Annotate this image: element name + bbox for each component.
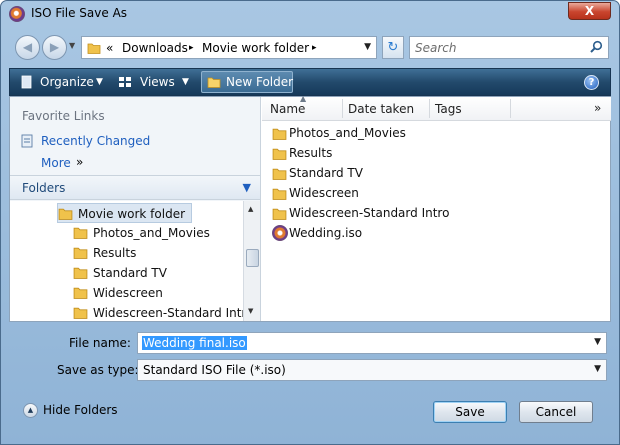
file-item[interactable]: Wedding.iso xyxy=(262,223,611,243)
close-button[interactable]: X xyxy=(568,2,611,20)
tree-item-label: Movie work folder xyxy=(78,207,186,221)
tree-item-label: Photos_and_Movies xyxy=(93,226,210,240)
column-tags[interactable]: Tags xyxy=(435,102,462,116)
scroll-down-icon[interactable]: ▼ xyxy=(248,307,253,315)
file-name: Standard TV xyxy=(289,166,363,180)
chevron-down-icon[interactable]: ▼ xyxy=(243,181,251,194)
folder-icon xyxy=(73,265,88,280)
folder-icon xyxy=(272,206,287,221)
column-date-taken[interactable]: Date taken xyxy=(348,102,414,116)
address-dropdown-icon[interactable]: ▼ xyxy=(364,42,371,52)
more-columns-icon[interactable]: » xyxy=(594,101,601,115)
file-item[interactable]: Widescreen xyxy=(262,183,611,203)
forward-button[interactable]: ▶ xyxy=(42,35,67,60)
folder-icon xyxy=(73,305,88,320)
breadcrumb-movie-work-folder[interactable]: Movie work folder xyxy=(202,41,309,55)
save-as-dialog: ISO File Save As X ◀ ▶ ▼ « Downloads ▸ M… xyxy=(0,0,620,445)
breadcrumb-separator[interactable]: ▸ xyxy=(312,43,317,53)
recently-changed-link[interactable]: Recently Changed xyxy=(41,134,150,148)
folder-icon xyxy=(272,186,287,201)
new-folder-label: New Folder xyxy=(226,75,294,89)
save-as-type-select[interactable]: Standard ISO File (*.iso) ▼ xyxy=(137,359,607,381)
navigation-pane: Favorite Links Recently Changed More » F… xyxy=(10,97,261,321)
title-bar: ISO File Save As X xyxy=(1,1,619,27)
column-separator[interactable] xyxy=(510,99,511,118)
column-name[interactable]: Name xyxy=(270,102,305,116)
tree-item-label: Standard TV xyxy=(93,266,167,280)
breadcrumb-downloads[interactable]: Downloads xyxy=(122,41,188,55)
recent-pages-dropdown-icon[interactable]: ▼ xyxy=(69,41,75,50)
save-as-type-value: Standard ISO File (*.iso) xyxy=(143,363,286,377)
save-as-type-label: Save as type: xyxy=(57,363,139,377)
folder-icon xyxy=(73,225,88,240)
address-bar[interactable]: « Downloads ▸ Movie work folder ▸ ▼ xyxy=(81,36,377,59)
file-name: Results xyxy=(289,146,333,160)
tree-item-movie-work-folder[interactable]: Movie work folder xyxy=(57,203,192,223)
help-icon[interactable]: ? xyxy=(584,75,599,90)
folders-header[interactable]: Folders ▼ xyxy=(10,175,260,200)
cancel-button[interactable]: Cancel xyxy=(519,401,593,423)
tree-item-label: Widescreen-Standard Intro xyxy=(93,306,243,320)
organize-icon xyxy=(20,75,34,92)
file-name: Widescreen xyxy=(289,186,359,200)
chevron-down-icon[interactable]: ▼ xyxy=(182,77,189,87)
recently-changed-icon xyxy=(20,134,34,151)
file-name: Photos_and_Movies xyxy=(289,126,406,140)
breadcrumb-overflow[interactable]: « xyxy=(106,41,113,55)
back-button[interactable]: ◀ xyxy=(15,35,40,60)
file-name: Widescreen-Standard Intro xyxy=(289,206,450,220)
file-item[interactable]: Results xyxy=(262,143,611,163)
chevron-down-icon[interactable]: ▼ xyxy=(594,337,601,347)
more-link[interactable]: More xyxy=(41,156,71,170)
folder-icon xyxy=(272,146,287,161)
file-item[interactable]: Widescreen-Standard Intro xyxy=(262,203,611,223)
file-name-value: Wedding final.iso xyxy=(142,336,247,350)
folder-icon xyxy=(73,245,88,260)
file-name: Wedding.iso xyxy=(289,226,363,240)
search-placeholder: Search xyxy=(415,41,457,55)
window-title: ISO File Save As xyxy=(31,6,128,20)
breadcrumb-separator[interactable]: ▸ xyxy=(189,43,194,53)
folder-icon xyxy=(272,126,287,141)
file-item[interactable]: Standard TV xyxy=(262,163,611,183)
tree-item-label: Results xyxy=(93,246,137,260)
tree-scrollbar[interactable]: ▲ ▼ xyxy=(243,201,260,321)
column-separator[interactable] xyxy=(342,99,343,118)
folder-icon xyxy=(58,206,73,221)
folder-icon xyxy=(272,166,287,181)
folder-icon xyxy=(87,41,101,55)
save-button[interactable]: Save xyxy=(433,401,507,423)
browser-content: Favorite Links Recently Changed More » F… xyxy=(9,94,611,322)
chevron-down-icon[interactable]: ▼ xyxy=(96,77,103,87)
file-list-pane: ▲ Name Date taken Tags » Photos_and_Movi… xyxy=(262,94,611,321)
favorite-links-heading: Favorite Links xyxy=(22,109,105,123)
search-icon[interactable] xyxy=(589,40,603,57)
new-folder-button[interactable]: New Folder xyxy=(201,71,293,93)
iso-file-icon xyxy=(272,225,288,241)
column-separator[interactable] xyxy=(429,99,430,118)
scroll-up-icon[interactable]: ▲ xyxy=(248,205,253,213)
refresh-button[interactable]: ↻ xyxy=(382,36,404,59)
file-item[interactable]: Photos_and_Movies xyxy=(262,123,611,143)
iso-disc-icon xyxy=(9,6,25,22)
organize-menu[interactable]: Organize xyxy=(40,75,94,89)
chevron-up-icon: ▲ xyxy=(23,403,38,418)
search-input[interactable]: Search xyxy=(409,36,609,59)
folder-tree: Movie work folder Photos_and_Movies Resu… xyxy=(10,201,243,321)
scrollbar-thumb[interactable] xyxy=(246,249,259,267)
navigation-bar: ◀ ▶ ▼ « Downloads ▸ Movie work folder ▸ … xyxy=(1,31,619,65)
hide-folders-label: Hide Folders xyxy=(43,403,118,417)
column-header: ▲ Name Date taken Tags » xyxy=(262,94,611,121)
tree-item-label: Widescreen xyxy=(93,286,163,300)
views-menu[interactable]: Views xyxy=(140,75,175,89)
folders-label: Folders xyxy=(22,181,66,195)
folder-icon xyxy=(73,285,88,300)
file-name-input[interactable]: Wedding final.iso ▼ xyxy=(137,332,607,354)
new-folder-icon xyxy=(207,75,221,92)
more-chevron-icon[interactable]: » xyxy=(76,155,83,169)
views-icon xyxy=(118,75,132,92)
command-toolbar: Organize ▼ Views ▼ New Folder ? xyxy=(9,68,611,96)
chevron-down-icon[interactable]: ▼ xyxy=(594,364,601,374)
file-name-label: File name: xyxy=(69,336,131,350)
